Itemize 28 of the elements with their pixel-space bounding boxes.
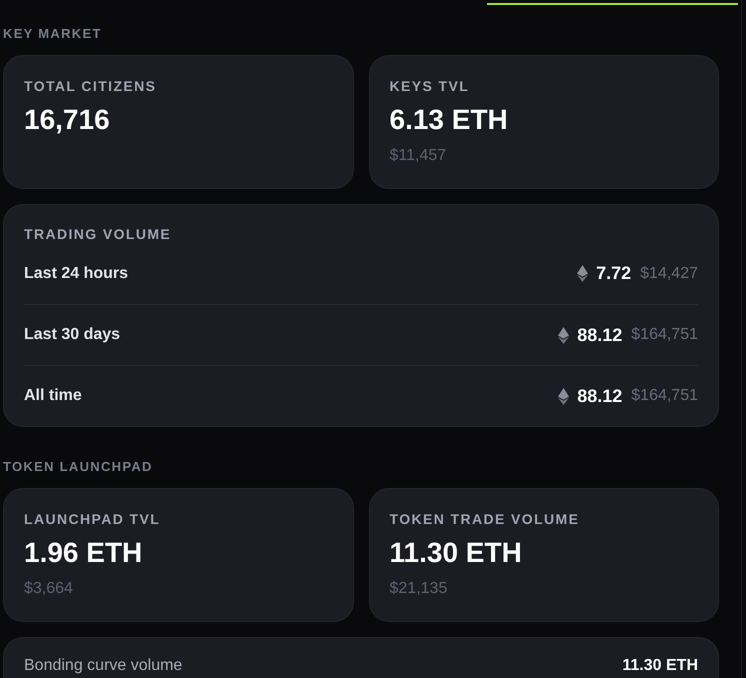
section-title: KEY MARKET xyxy=(3,26,103,42)
row-value: 11.30 ETH xyxy=(622,656,698,676)
card-title: TRADING VOLUME xyxy=(24,225,172,243)
row-label: Bonding curve volume xyxy=(24,656,182,676)
stat-value: 1.96 ETH xyxy=(24,536,142,570)
eth-amount: 7.72 xyxy=(596,262,632,285)
stat-usd: $3,664 xyxy=(24,579,73,599)
stat-value: 16,716 xyxy=(24,103,110,137)
row-label: Last 24 hours xyxy=(24,264,128,284)
stat-label: TOKEN TRADE VOLUME xyxy=(390,510,580,528)
stat-label: TOTAL CITIZENS xyxy=(24,77,156,95)
ethereum-icon xyxy=(558,326,570,344)
row-label: Last 30 days xyxy=(24,325,120,345)
ethereum-icon xyxy=(558,388,570,404)
usd-amount: $164,751 xyxy=(631,386,698,406)
stat-value: 6.13 ETH xyxy=(390,103,508,137)
eth-amount: 88.12 xyxy=(577,324,622,346)
row-label: All time xyxy=(24,386,82,406)
stat-label: KEYS TVL xyxy=(390,77,470,95)
stat-usd: $11,457 xyxy=(390,146,446,166)
section-title: TOKEN LAUNCHPAD xyxy=(3,459,154,475)
eth-amount: 88.12 xyxy=(577,384,622,408)
usd-amount: $164,751 xyxy=(631,325,698,345)
usd-amount: $14,427 xyxy=(640,264,698,284)
stat-value: 11.30 ETH xyxy=(390,536,522,570)
stat-usd: $21,135 xyxy=(390,579,448,599)
stat-label: LAUNCHPAD TVL xyxy=(24,510,160,528)
ethereum-icon xyxy=(577,265,588,282)
